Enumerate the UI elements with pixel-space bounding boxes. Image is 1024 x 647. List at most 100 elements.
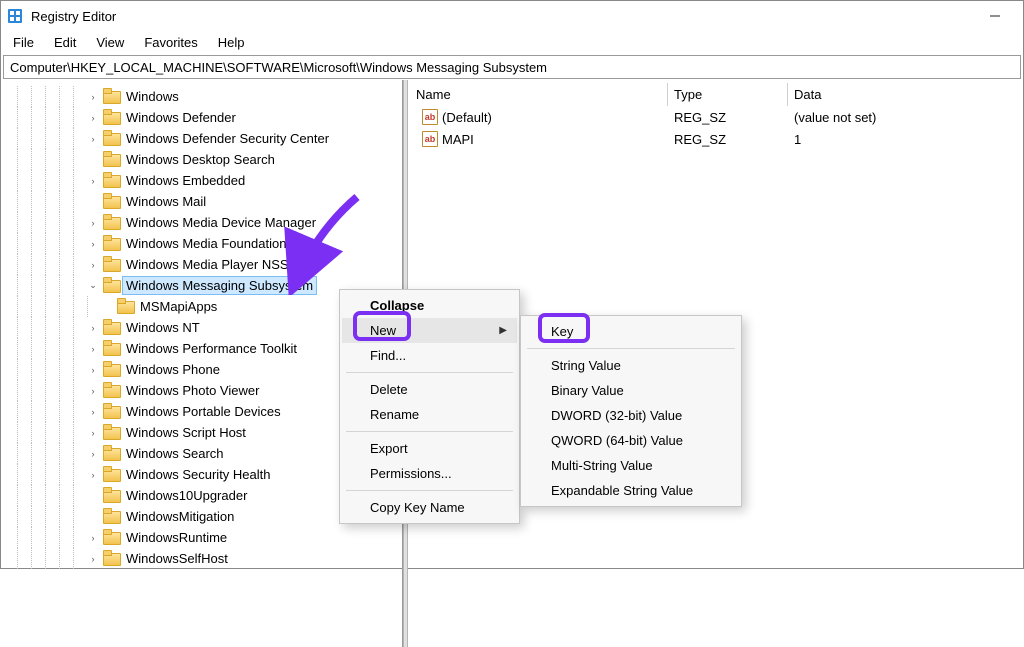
ctx-copy-key-name[interactable]: Copy Key Name: [342, 495, 517, 520]
value-data: 1: [788, 128, 1023, 151]
expand-toggle-icon[interactable]: ›: [87, 217, 99, 229]
folder-icon: [103, 447, 119, 460]
tree-item[interactable]: Windows Desktop Search: [11, 149, 402, 170]
expand-toggle-icon[interactable]: ›: [87, 112, 99, 124]
reg-string-icon: ab: [422, 109, 438, 125]
tree-item-label: Windows Defender Security Center: [123, 130, 332, 147]
ctx-sep-2: [346, 431, 513, 432]
submenu-multi-string[interactable]: Multi-String Value: [523, 453, 739, 478]
ctx-collapse[interactable]: Collapse: [342, 293, 517, 318]
tree-item-label: Windows Phone: [123, 361, 223, 378]
folder-icon: [103, 132, 119, 145]
tree-item[interactable]: › WindowsSelfHost: [11, 548, 402, 569]
tree-item-label: Windows Desktop Search: [123, 151, 278, 168]
ctx-delete[interactable]: Delete: [342, 377, 517, 402]
submenu-qword[interactable]: QWORD (64-bit) Value: [523, 428, 739, 453]
chevron-right-icon: ▶: [499, 325, 507, 336]
expand-toggle-icon[interactable]: ›: [87, 133, 99, 145]
expand-toggle-icon[interactable]: ›: [87, 385, 99, 397]
tree-item[interactable]: ›Windows: [11, 86, 402, 107]
submenu-dword[interactable]: DWORD (32-bit) Value: [523, 403, 739, 428]
minimize-button[interactable]: [973, 2, 1017, 30]
folder-icon: [103, 552, 119, 565]
value-type: REG_SZ: [668, 128, 788, 151]
ctx-rename[interactable]: Rename: [342, 402, 517, 427]
ctx-new[interactable]: New ▶: [342, 318, 517, 343]
expand-toggle-icon[interactable]: ›: [87, 427, 99, 439]
submenu-string-value[interactable]: String Value: [523, 353, 739, 378]
tree-item[interactable]: › Windows Defender: [11, 107, 402, 128]
col-header-type[interactable]: Type: [668, 83, 788, 106]
folder-icon: [103, 174, 119, 187]
expand-toggle-icon[interactable]: ›: [87, 553, 99, 565]
tree-item-label: Windows Security Health: [123, 466, 274, 483]
tree-item-label: Windows Mail: [123, 193, 209, 210]
tree-item-label: MSMapiApps: [137, 298, 220, 315]
folder-icon: [103, 90, 119, 103]
tree-item-label: Windows Media Device Manager: [123, 214, 319, 231]
tree-item-label: Windows Embedded: [123, 172, 248, 189]
menu-file[interactable]: File: [5, 33, 42, 52]
expand-toggle-icon[interactable]: ›: [87, 469, 99, 481]
expand-toggle-icon[interactable]: ›: [87, 175, 99, 187]
submenu-binary-value[interactable]: Binary Value: [523, 378, 739, 403]
tree-item-label: WindowsMitigation: [123, 508, 237, 525]
context-menu: Collapse New ▶ Find... Delete Rename Exp…: [339, 289, 520, 524]
expand-toggle-icon[interactable]: ›: [87, 238, 99, 250]
ctx-find[interactable]: Find...: [342, 343, 517, 368]
folder-icon: [103, 426, 119, 439]
value-name: (Default): [442, 110, 492, 125]
folder-icon: [103, 237, 119, 250]
col-header-data[interactable]: Data: [788, 83, 1023, 106]
submenu-sep: [527, 348, 735, 349]
tree-item[interactable]: ›WindowsRuntime: [11, 527, 402, 548]
submenu-key[interactable]: Key: [523, 319, 739, 344]
folder-icon: [103, 384, 119, 397]
expand-toggle-icon[interactable]: ›: [87, 259, 99, 271]
folder-icon: [103, 321, 119, 334]
tree-item-label: Windows Messaging Subsystem: [123, 277, 316, 294]
menu-favorites[interactable]: Favorites: [136, 33, 205, 52]
folder-icon: [103, 510, 119, 523]
list-header: Name Type Data: [408, 82, 1023, 106]
tree-item[interactable]: › Windows Embedded: [11, 170, 402, 191]
window-title: Registry Editor: [31, 9, 116, 24]
ctx-export[interactable]: Export: [342, 436, 517, 461]
folder-icon: [103, 111, 119, 124]
values-list[interactable]: ab(Default)REG_SZ(value not set)abMAPIRE…: [408, 106, 1023, 150]
tree-item[interactable]: › Windows Media Foundation: [11, 233, 402, 254]
address-path: Computer\HKEY_LOCAL_MACHINE\SOFTWARE\Mic…: [10, 60, 547, 75]
tree-item-label: WindowsSelfHost: [123, 550, 231, 567]
expand-toggle-icon[interactable]: ›: [87, 91, 99, 103]
value-type: REG_SZ: [668, 106, 788, 129]
expand-toggle-icon[interactable]: ›: [87, 322, 99, 334]
expand-toggle-icon: [87, 511, 99, 523]
tree-item-label: Windows Script Host: [123, 424, 249, 441]
value-row[interactable]: abMAPIREG_SZ1: [408, 128, 1023, 150]
menu-view[interactable]: View: [88, 33, 132, 52]
tree-item[interactable]: › Windows Defender Security Center: [11, 128, 402, 149]
folder-icon: [103, 216, 119, 229]
tree-item-label: Windows Defender: [123, 109, 239, 126]
expand-toggle-icon[interactable]: ›: [87, 343, 99, 355]
expand-toggle-icon[interactable]: ›: [87, 448, 99, 460]
folder-icon: [103, 489, 119, 502]
tree-item-label: Windows NT: [123, 319, 203, 336]
collapse-toggle-icon[interactable]: ⌄: [87, 280, 99, 292]
expand-toggle-icon[interactable]: ›: [87, 364, 99, 376]
expand-toggle-icon[interactable]: ›: [87, 406, 99, 418]
reg-string-icon: ab: [422, 131, 438, 147]
tree-item[interactable]: Windows Mail: [11, 191, 402, 212]
menu-help[interactable]: Help: [210, 33, 253, 52]
tree-item[interactable]: › Windows Media Device Manager: [11, 212, 402, 233]
tree-item[interactable]: ›Windows Media Player NSS: [11, 254, 402, 275]
menu-edit[interactable]: Edit: [46, 33, 84, 52]
tree-item-label: Windows Media Foundation: [123, 235, 289, 252]
value-row[interactable]: ab(Default)REG_SZ(value not set): [408, 106, 1023, 128]
expand-toggle-icon[interactable]: ›: [87, 532, 99, 544]
submenu-expandable-string[interactable]: Expandable String Value: [523, 478, 739, 503]
col-header-name[interactable]: Name: [408, 83, 668, 106]
address-bar[interactable]: Computer\HKEY_LOCAL_MACHINE\SOFTWARE\Mic…: [3, 55, 1021, 79]
folder-icon: [103, 279, 119, 292]
ctx-permissions[interactable]: Permissions...: [342, 461, 517, 486]
